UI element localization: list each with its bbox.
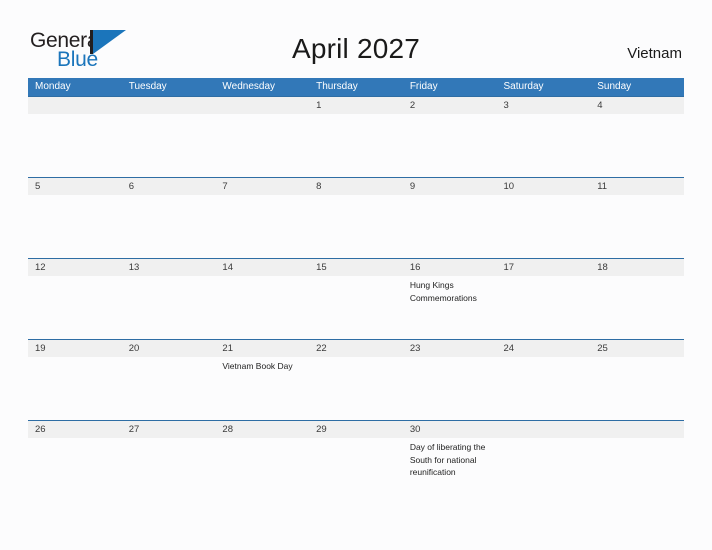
day-event[interactable] <box>122 195 216 198</box>
day-event[interactable]: Hung Kings Commemorations <box>403 276 497 304</box>
day-number[interactable]: 6 <box>122 178 216 195</box>
day-event[interactable] <box>590 195 684 198</box>
weekday-header-monday: Monday <box>35 81 71 92</box>
day-number[interactable]: 25 <box>590 340 684 357</box>
weekday-header-sunday: Sunday <box>597 81 632 92</box>
day-number[interactable]: 4 <box>590 97 684 114</box>
week-event-row <box>28 195 684 198</box>
day-number[interactable]: 10 <box>497 178 591 195</box>
weekday-header-thursday: Thursday <box>316 81 358 92</box>
week-number-band: 5 6 7 8 9 10 11 <box>28 178 684 195</box>
weekday-header-friday: Friday <box>409 81 438 92</box>
day-number[interactable] <box>497 421 591 438</box>
day-number[interactable]: 19 <box>28 340 122 357</box>
day-event[interactable] <box>309 438 403 479</box>
day-number[interactable] <box>122 97 216 114</box>
day-number[interactable] <box>215 97 309 114</box>
day-event[interactable]: Vietnam Book Day <box>215 357 309 373</box>
day-number[interactable]: 12 <box>28 259 122 276</box>
day-event[interactable] <box>28 195 122 198</box>
day-number[interactable]: 3 <box>497 97 591 114</box>
day-number[interactable]: 20 <box>122 340 216 357</box>
day-number[interactable]: 8 <box>309 178 403 195</box>
day-number[interactable]: 28 <box>215 421 309 438</box>
calendar-week-row: 5 6 7 8 9 10 11 <box>28 177 684 258</box>
calendar-grid: Monday Tuesday Wednesday Thursday Friday… <box>28 78 684 504</box>
day-number[interactable]: 1 <box>309 97 403 114</box>
day-event[interactable] <box>309 276 403 304</box>
day-event[interactable] <box>309 357 403 373</box>
day-event[interactable] <box>28 276 122 304</box>
day-event[interactable] <box>497 357 591 373</box>
page-title: April 2027 <box>291 33 421 64</box>
calendar-week-row: 26 27 28 29 30 Day of liberating the Sou… <box>28 420 684 504</box>
day-number[interactable]: 11 <box>590 178 684 195</box>
day-number[interactable]: 15 <box>309 259 403 276</box>
day-number[interactable]: 2 <box>403 97 497 114</box>
day-number[interactable]: 18 <box>590 259 684 276</box>
page-header: General Blue April 2027 Vietnam <box>0 0 712 78</box>
day-event[interactable] <box>122 438 216 479</box>
day-number[interactable]: 22 <box>309 340 403 357</box>
day-number[interactable] <box>28 97 122 114</box>
day-number[interactable]: 14 <box>215 259 309 276</box>
calendar-page: General Blue April 2027 Vietnam Monday T… <box>0 0 712 550</box>
week-event-row: Vietnam Book Day <box>28 357 684 373</box>
day-event[interactable] <box>215 195 309 198</box>
day-event[interactable] <box>309 195 403 198</box>
day-event[interactable] <box>28 114 122 117</box>
day-number[interactable]: 21 <box>215 340 309 357</box>
day-event[interactable] <box>122 114 216 117</box>
day-number[interactable]: 17 <box>497 259 591 276</box>
day-event[interactable] <box>497 438 591 479</box>
day-event[interactable] <box>590 438 684 479</box>
week-number-band: 26 27 28 29 30 <box>28 421 684 438</box>
weekday-header-tuesday: Tuesday <box>128 81 167 92</box>
day-event[interactable] <box>215 114 309 117</box>
day-event[interactable] <box>122 357 216 373</box>
day-event[interactable] <box>497 276 591 304</box>
day-event[interactable] <box>497 195 591 198</box>
calendar-week-row: 19 20 21 22 23 24 25 Vietnam Book Day <box>28 339 684 420</box>
day-number[interactable]: 7 <box>215 178 309 195</box>
day-event[interactable] <box>28 438 122 479</box>
calendar-week-row: 1 2 3 4 <box>28 96 684 177</box>
day-number[interactable]: 5 <box>28 178 122 195</box>
week-number-band: 1 2 3 4 <box>28 97 684 114</box>
weekday-header-wednesday: Wednesday <box>222 81 276 92</box>
weekday-header-saturday: Saturday <box>503 81 544 92</box>
day-number[interactable]: 29 <box>309 421 403 438</box>
day-number[interactable]: 13 <box>122 259 216 276</box>
day-event[interactable] <box>403 357 497 373</box>
day-number[interactable]: 24 <box>497 340 591 357</box>
day-event[interactable] <box>122 276 216 304</box>
day-number[interactable] <box>590 421 684 438</box>
day-event[interactable] <box>590 357 684 373</box>
calendar-week-row: 12 13 14 15 16 17 18 Hung Kings Commemor… <box>28 258 684 339</box>
day-event[interactable] <box>309 114 403 117</box>
day-number[interactable]: 9 <box>403 178 497 195</box>
day-event[interactable] <box>590 114 684 117</box>
week-event-row <box>28 114 684 117</box>
day-event[interactable] <box>215 438 309 479</box>
day-number[interactable]: 27 <box>122 421 216 438</box>
day-number[interactable]: 30 <box>403 421 497 438</box>
day-event[interactable]: Day of liberating the South for national… <box>403 438 497 479</box>
day-event[interactable] <box>497 114 591 117</box>
region-label: Vietnam <box>627 45 682 62</box>
weekday-header-row: Monday Tuesday Wednesday Thursday Friday… <box>28 78 684 96</box>
day-event[interactable] <box>28 357 122 373</box>
day-number[interactable]: 23 <box>403 340 497 357</box>
day-event[interactable] <box>403 195 497 198</box>
week-number-band: 12 13 14 15 16 17 18 <box>28 259 684 276</box>
week-event-row: Day of liberating the South for national… <box>28 438 684 479</box>
day-event[interactable] <box>590 276 684 304</box>
week-number-band: 19 20 21 22 23 24 25 <box>28 340 684 357</box>
week-event-row: Hung Kings Commemorations <box>28 276 684 304</box>
day-number[interactable]: 26 <box>28 421 122 438</box>
day-event[interactable] <box>215 276 309 304</box>
day-event[interactable] <box>403 114 497 117</box>
day-number[interactable]: 16 <box>403 259 497 276</box>
